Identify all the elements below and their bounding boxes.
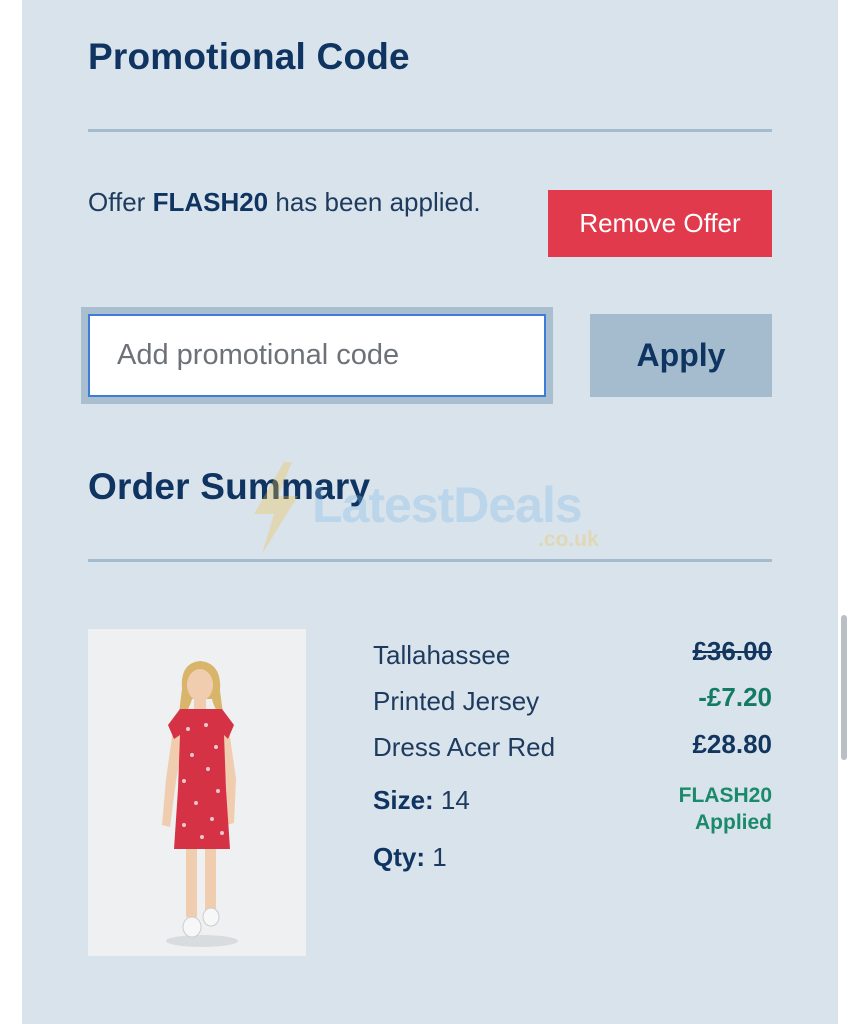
product-name-line: Tallahassee bbox=[373, 640, 511, 670]
final-price: £28.80 bbox=[692, 729, 772, 759]
applied-code: FLASH20 bbox=[678, 784, 772, 807]
scrollbar[interactable] bbox=[841, 615, 847, 760]
product-image[interactable] bbox=[88, 629, 306, 956]
original-price: £36.00 bbox=[692, 636, 772, 666]
divider bbox=[88, 559, 772, 562]
promo-code-input[interactable] bbox=[88, 314, 546, 397]
promo-input-focus-ring bbox=[81, 307, 553, 404]
remove-offer-button[interactable]: Remove Offer bbox=[548, 190, 772, 257]
qty-value: 1 bbox=[432, 842, 447, 872]
qty-label: Qty: bbox=[373, 842, 425, 872]
offer-applied-message: Offer FLASH20 has been applied. bbox=[88, 180, 508, 225]
applied-code-badge: FLASH20 Applied bbox=[572, 782, 772, 836]
product-quantity: Qty: 1 bbox=[373, 842, 447, 873]
size-label: Size: bbox=[373, 785, 434, 815]
product-size: Size: 14 bbox=[373, 785, 470, 816]
promo-heading: Promotional Code bbox=[88, 36, 410, 77]
order-summary-heading: Order Summary bbox=[88, 466, 371, 507]
offer-suffix: has been applied. bbox=[275, 187, 481, 217]
product-name[interactable]: Tallahassee Printed Jersey Dress Acer Re… bbox=[373, 632, 555, 770]
divider bbox=[88, 129, 772, 132]
discount-amount: -£7.20 bbox=[698, 682, 772, 712]
applied-text: Applied bbox=[695, 811, 772, 834]
product-name-line: Dress Acer Red bbox=[373, 732, 556, 762]
product-name-line: Printed Jersey bbox=[373, 686, 540, 716]
dress-model-image bbox=[88, 629, 306, 956]
offer-code: FLASH20 bbox=[152, 187, 269, 217]
apply-button[interactable]: Apply bbox=[590, 314, 772, 397]
offer-prefix: Offer bbox=[88, 187, 146, 217]
size-value: 14 bbox=[440, 785, 470, 815]
